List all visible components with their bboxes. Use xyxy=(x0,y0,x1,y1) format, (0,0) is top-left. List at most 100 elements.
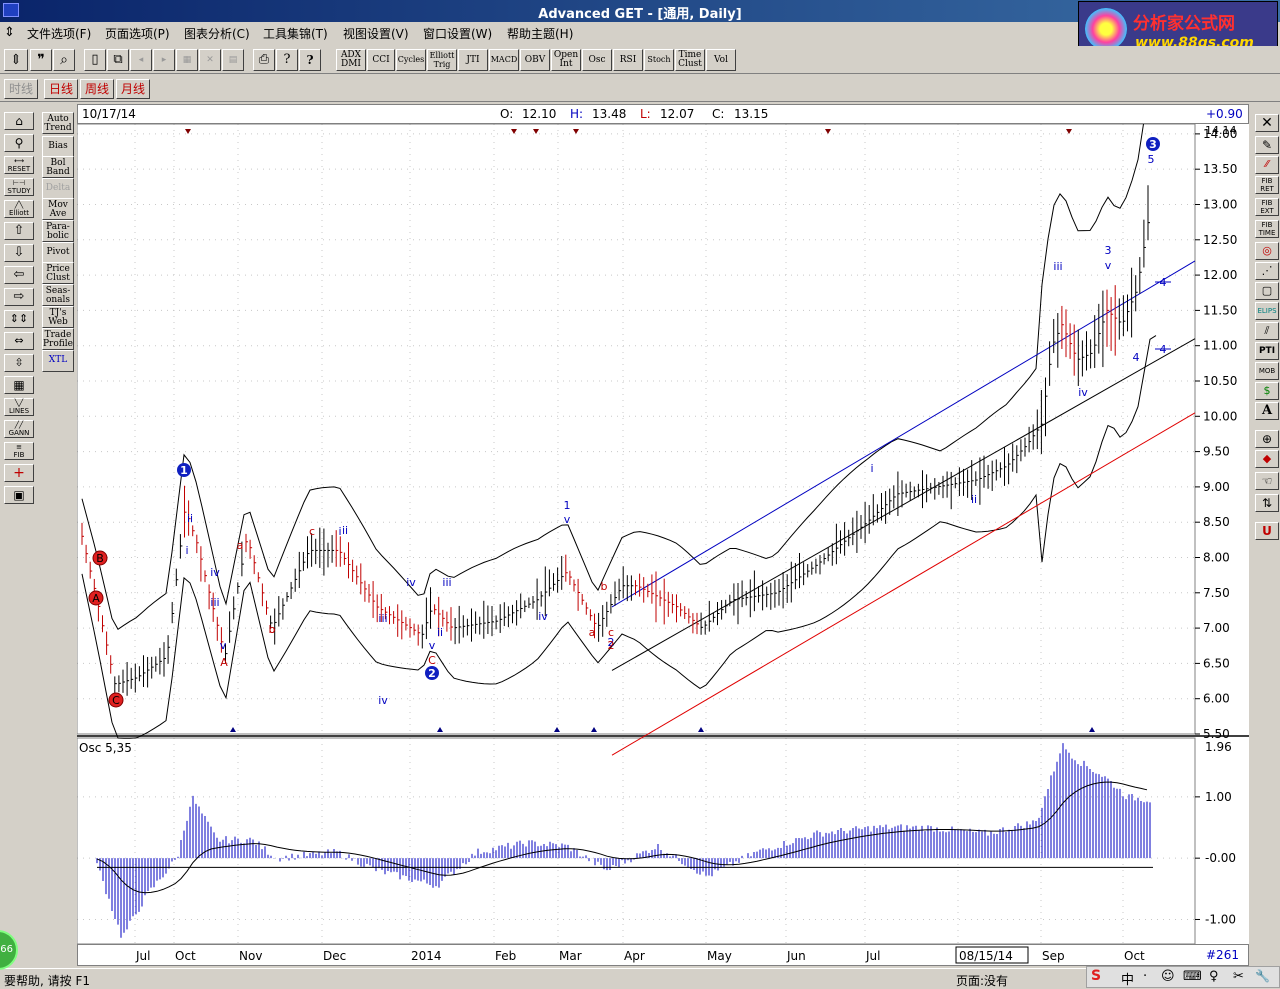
copy-icon[interactable]: ⧉ xyxy=(107,49,129,71)
new-icon[interactable]: ▯ xyxy=(84,49,106,71)
reset-button[interactable]: ⟷ RESET xyxy=(4,156,34,174)
properties-icon[interactable]: ▣ xyxy=(4,486,34,504)
magnifier-icon[interactable]: ⌕ xyxy=(53,49,75,71)
study-elliott-trig[interactable]: Elliott Trig xyxy=(427,49,457,71)
arrow-right-icon[interactable]: ⇨ xyxy=(4,288,34,306)
fib-ret-button[interactable]: FIB RET xyxy=(1255,176,1279,194)
scale-icon[interactable]: ⇅ xyxy=(1255,494,1279,512)
study-time-clust[interactable]: Time Clust xyxy=(675,49,705,71)
price-chart[interactable]: 1iiiiiiivv2iiiivviii iiiiiiv1viv2iiiiiiiv… xyxy=(77,124,1249,944)
floating-badge[interactable]: 66 xyxy=(0,930,18,970)
lines-button[interactable]: ╲╱ LINES xyxy=(4,398,34,416)
mob-button[interactable]: MOB xyxy=(1255,362,1279,380)
zoom-icon[interactable]: ⇳ xyxy=(4,354,34,372)
close-icon[interactable]: ✕ xyxy=(1255,114,1279,132)
quote-icon[interactable]: ❞ xyxy=(30,49,52,71)
trendline-icon[interactable]: ⁄⁄ xyxy=(1255,156,1279,174)
study-stoch[interactable]: Stoch xyxy=(644,49,674,71)
menu-help[interactable]: 帮助主题(H) xyxy=(507,25,573,42)
scissors-icon[interactable]: ✂ xyxy=(1233,969,1244,984)
pencil-icon[interactable]: ✎ xyxy=(1255,136,1279,154)
system-menu-icon[interactable]: ⇕ xyxy=(4,25,15,40)
back-icon[interactable]: ◂ xyxy=(130,49,152,71)
wrench-icon[interactable]: 🔧 xyxy=(1255,969,1270,983)
channel-icon[interactable]: ⫽ xyxy=(1255,322,1279,340)
menu-page[interactable]: 页面选项(P) xyxy=(105,25,170,42)
menu-window[interactable]: 窗口设置(W) xyxy=(423,25,492,42)
magnet-icon[interactable]: U xyxy=(1255,522,1279,540)
study-seasonals[interactable]: Seas-onals xyxy=(42,284,74,306)
menu-chart[interactable]: 图表分析(C) xyxy=(184,25,250,42)
ime-lang[interactable]: 中 xyxy=(1121,969,1134,988)
fib-time-button[interactable]: FIB TIME xyxy=(1255,220,1279,238)
study-trade-profile[interactable]: Trade Profile xyxy=(42,328,74,350)
study-pivot[interactable]: Pivot xyxy=(42,242,74,264)
fan-icon[interactable]: ⋰ xyxy=(1255,262,1279,280)
crosshair-grid-icon[interactable]: ▦ xyxy=(4,376,34,394)
study-open-int[interactable]: Open Int xyxy=(551,49,581,71)
study-auto-trend[interactable]: Auto Trend xyxy=(42,112,74,134)
box-icon[interactable]: ▢ xyxy=(1255,282,1279,300)
study-adx-dmi[interactable]: ADX DMI xyxy=(336,49,366,71)
study-tjs-web[interactable]: TJ's Web xyxy=(42,306,74,328)
hint-icon[interactable]: ? xyxy=(276,49,298,71)
user-icon[interactable]: ♀ xyxy=(1209,969,1219,984)
cross-icon[interactable]: + xyxy=(4,464,34,482)
expand-icon[interactable]: ⇔ xyxy=(4,332,34,350)
menu-file[interactable]: 文件选项(F) xyxy=(27,25,91,42)
study-rsi[interactable]: RSI xyxy=(613,49,643,71)
study-price-clust[interactable]: Price Clust xyxy=(42,262,74,284)
text-button[interactable]: A xyxy=(1255,402,1279,420)
draw-tools-icon[interactable]: ⚲ xyxy=(4,134,34,152)
open-folder-icon[interactable]: ⌂ xyxy=(4,112,34,130)
fib-ext-button[interactable]: FIB EXT xyxy=(1255,198,1279,216)
fib-circle-icon[interactable]: ◎ xyxy=(1255,242,1279,260)
hand-icon[interactable]: ☜ xyxy=(1255,472,1279,490)
zoom-in-icon[interactable]: ⊕ xyxy=(1255,430,1279,448)
cursor-icon[interactable]: ⇕ xyxy=(4,49,28,71)
study-macd[interactable]: MACD xyxy=(489,49,519,71)
study-cci[interactable]: CCI xyxy=(367,49,395,71)
study-mov-ave[interactable]: Mov Ave xyxy=(42,198,74,220)
money-icon[interactable]: $ xyxy=(1255,382,1279,400)
study-osc[interactable]: Osc xyxy=(582,49,612,71)
delete-icon[interactable]: ✕ xyxy=(199,49,221,71)
gann-button[interactable]: ╱╱ GANN xyxy=(4,420,34,438)
study-xtl[interactable]: XTL xyxy=(42,350,74,372)
punct-icon[interactable]: · xyxy=(1143,969,1147,984)
print-icon[interactable]: ⎙ xyxy=(253,49,275,71)
grid-icon[interactable]: ▤ xyxy=(222,49,244,71)
study-button[interactable]: ⊢⊣ STUDY xyxy=(4,178,34,196)
study-bol-band[interactable]: Bol Band xyxy=(42,156,74,178)
study-parabolic[interactable]: Para-bolic xyxy=(42,220,74,242)
tab-daily[interactable]: 日线 xyxy=(44,79,79,99)
keyboard-icon[interactable]: ⌨ xyxy=(1183,969,1202,984)
sogou-icon[interactable]: S xyxy=(1091,968,1101,984)
elliott-button[interactable]: ╱╲ Elliott xyxy=(4,200,34,218)
forward-icon[interactable]: ▸ xyxy=(153,49,175,71)
menu-view[interactable]: 视图设置(V) xyxy=(343,25,409,42)
study-jti[interactable]: JTI xyxy=(458,49,488,71)
tab-weekly[interactable]: 周线 xyxy=(80,79,115,99)
tab-monthly[interactable]: 月线 xyxy=(116,79,151,99)
study-delta[interactable]: Delta xyxy=(42,178,74,200)
study-vol[interactable]: Vol xyxy=(706,49,736,71)
tab-hourly[interactable]: 时线 xyxy=(4,79,39,99)
compress-icon[interactable]: ⇕⇕ xyxy=(4,310,34,328)
emoji-icon[interactable]: ☺ xyxy=(1161,969,1175,984)
layout-icon[interactable]: ▦ xyxy=(176,49,198,71)
study-cycles[interactable]: Cycles xyxy=(396,49,426,71)
bar-count: #261 xyxy=(1206,948,1239,962)
study-bias[interactable]: Bias xyxy=(42,136,74,158)
arrow-down-icon[interactable]: ⇩ xyxy=(4,244,34,262)
eraser-icon[interactable]: ◆ xyxy=(1255,450,1279,468)
pti-button[interactable]: PTI xyxy=(1255,342,1279,360)
elips-button[interactable]: ELIPS xyxy=(1255,302,1279,320)
fib-button[interactable]: ≡ FIB xyxy=(4,442,34,460)
study-obv[interactable]: OBV xyxy=(520,49,550,71)
menu-tools[interactable]: 工具集锦(T) xyxy=(263,25,328,42)
whats-this-icon[interactable]: ? xyxy=(299,49,321,71)
high-value: 13.48 xyxy=(592,107,627,121)
arrow-up-icon[interactable]: ⇧ xyxy=(4,222,34,240)
arrow-left-icon[interactable]: ⇦ xyxy=(4,266,34,284)
